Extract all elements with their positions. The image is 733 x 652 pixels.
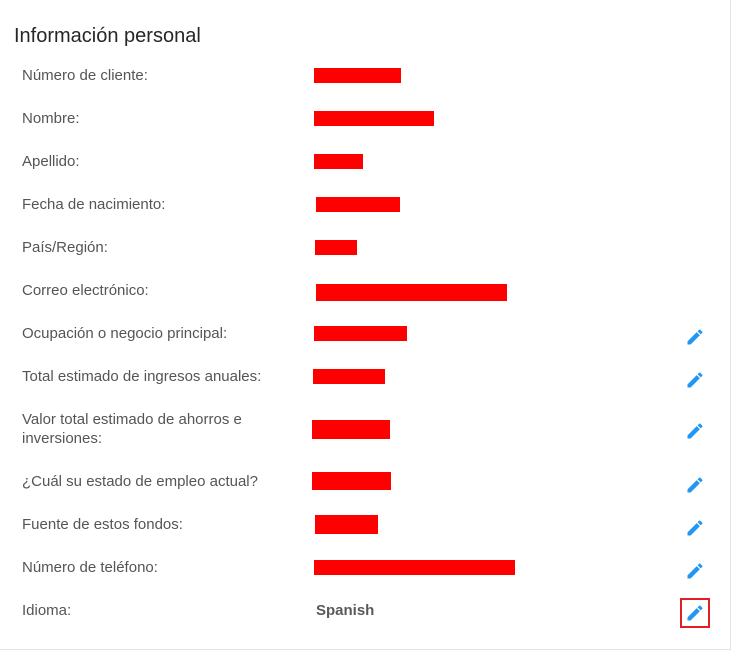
field-row-phone: Número de teléfono: (0, 558, 731, 598)
edit-employment-status-button[interactable] (680, 470, 710, 500)
edit-source-of-funds-button[interactable] (680, 513, 710, 543)
field-label: Correo electrónico: (22, 282, 149, 299)
field-row-customer-number: Número de cliente: (0, 66, 731, 106)
redacted-value (315, 515, 378, 534)
field-row-last-name: Apellido: (0, 152, 731, 192)
redacted-value (312, 420, 390, 439)
redacted-value (313, 369, 385, 384)
pencil-icon (687, 372, 703, 388)
field-label: Nombre: (22, 110, 80, 127)
redacted-value (314, 68, 401, 83)
field-row-occupation: Ocupación o negocio principal: (0, 324, 731, 364)
pencil-icon (687, 423, 703, 439)
redacted-value (314, 154, 363, 169)
field-row-country: País/Región: (0, 238, 731, 278)
pencil-icon (687, 329, 703, 345)
redacted-value (312, 472, 391, 490)
field-row-birth-date: Fecha de nacimiento: (0, 195, 731, 235)
field-label: Número de teléfono: (22, 559, 158, 576)
edit-occupation-button[interactable] (680, 322, 710, 352)
field-label: Fecha de nacimiento: (22, 196, 166, 213)
section-title: Información personal (14, 25, 201, 47)
field-label: Total estimado de ingresos anuales: (22, 368, 262, 385)
redacted-value (316, 197, 400, 212)
edit-annual-income-button[interactable] (680, 365, 710, 395)
field-label: Valor total estimado de ahorros e invers… (22, 411, 242, 447)
redacted-value (314, 111, 434, 126)
field-label: Idioma: (22, 602, 72, 619)
field-row-annual-income: Total estimado de ingresos anuales: (0, 367, 731, 407)
redacted-value (315, 240, 357, 255)
redacted-value (316, 284, 507, 301)
field-label: Fuente de estos fondos: (22, 516, 183, 533)
field-label: Ocupación o negocio principal: (22, 325, 228, 342)
pencil-icon (687, 563, 703, 579)
language-value: Spanish (316, 602, 375, 619)
redacted-value (314, 326, 407, 341)
field-row-first-name: Nombre: (0, 109, 731, 149)
edit-savings-button[interactable] (680, 416, 710, 446)
pencil-icon (687, 477, 703, 493)
field-label: Número de cliente: (22, 67, 148, 84)
field-row-savings-investments: Valor total estimado de ahorros e invers… (0, 410, 731, 458)
edit-phone-button[interactable] (680, 556, 710, 586)
field-label: País/Región: (22, 239, 108, 256)
personal-info-card: Información personal Número de cliente: … (0, 0, 731, 650)
edit-language-button[interactable] (680, 598, 710, 628)
redacted-value (314, 560, 515, 575)
pencil-icon (687, 520, 703, 536)
field-row-email: Correo electrónico: (0, 281, 731, 321)
field-row-source-of-funds: Fuente de estos fondos: (0, 515, 731, 555)
field-row-language: Idioma: Spanish (0, 598, 731, 641)
pencil-icon (687, 605, 703, 621)
field-row-employment-status: ¿Cuál su estado de empleo actual? (0, 472, 731, 512)
field-label: ¿Cuál su estado de empleo actual? (22, 473, 258, 490)
field-label: Apellido: (22, 153, 80, 170)
